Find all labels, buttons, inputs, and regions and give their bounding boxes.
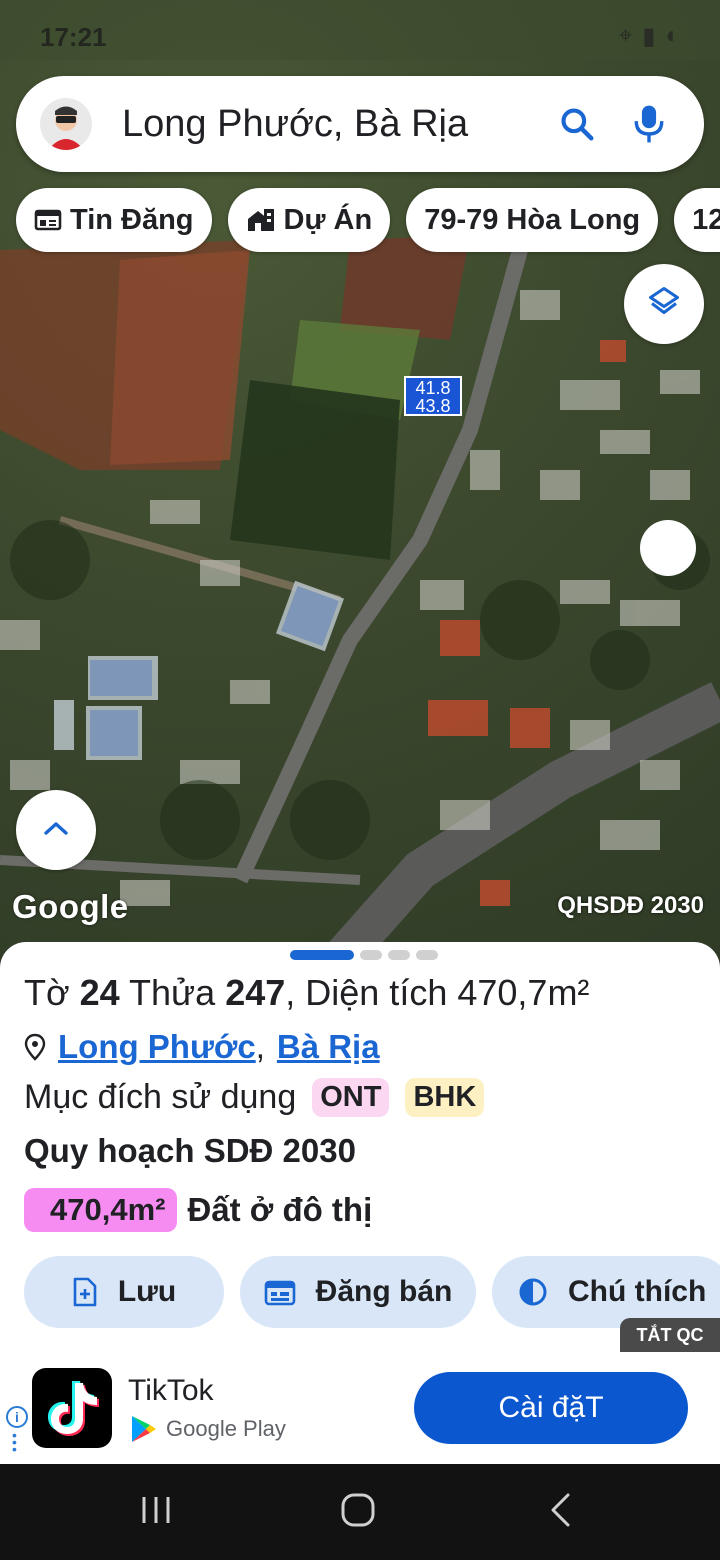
tiktok-logo [32,1368,112,1448]
parcel-dimension-bottom: 43.8 [415,396,451,416]
recent-apps-icon [139,1494,173,1531]
post-label: Đăng bán [315,1275,453,1308]
pager-dot [360,950,382,960]
chip-label: Dự Án [283,203,373,236]
pager-dot [416,950,438,960]
chip-label: Tin Đăng [70,203,194,236]
chip-tin-dang[interactable]: Tin Đăng [16,188,212,252]
ad-app-name: TikTok [128,1374,214,1407]
layers-icon [646,284,682,325]
ad-banner[interactable]: i • • • TikTok Google Play Cài đặT [0,1352,720,1464]
plan-area-row: 470,4m² Đất ở đô thị [24,1188,372,1232]
sheet-pager[interactable] [290,950,438,960]
recent-apps-button[interactable] [126,1492,186,1532]
chip-hoa-long[interactable]: 79-79 Hòa Long [406,188,659,252]
location-icon: ⌖ [618,22,633,49]
save-button[interactable]: Lưu [24,1256,224,1328]
chip-label: 12- [692,203,720,236]
layers-button[interactable] [624,264,704,344]
plan-area-description: Đất ở đô thị [187,1191,373,1228]
save-label: Lưu [117,1275,177,1308]
post-for-sale-button[interactable]: Đăng bán [240,1256,476,1328]
ad-menu-icon[interactable]: • • • [12,1428,17,1456]
sheet-number: 24 [79,972,120,1013]
install-button[interactable]: Cài đặT [414,1372,688,1444]
lot-label: Thửa [129,972,216,1013]
parcel-info-sheet[interactable]: Tờ 24 Thửa 247, Diện tích 470,7m² Long P… [0,942,720,1352]
sheet-label: Tờ [24,972,70,1013]
mic-icon[interactable] [624,99,674,149]
location-pin-icon [24,1033,46,1061]
parcel-dimension-top: 41.8 [415,378,451,398]
search-icon[interactable] [552,99,602,149]
chevron-up-icon [43,820,69,841]
avatar[interactable] [40,98,92,150]
plan-title: Quy hoạch SDĐ 2030 [24,1132,356,1169]
parcel-location: Long Phước, Bà Rịa [24,1028,380,1066]
status-time: 17:21 [40,22,107,52]
filter-chips: Tin Đăng Dự Án 79-79 Hòa Long 12- [16,188,720,252]
calendar-icon [264,1278,296,1306]
area-label: , Diện tích [285,972,448,1013]
home-icon [340,1492,376,1533]
location-link-ward[interactable]: Long Phước [58,1028,256,1066]
chip-more[interactable]: 12- [674,188,720,252]
plan-area-badge: 470,4m² [24,1188,178,1232]
location-separator: , [255,1028,265,1065]
ad-info-icon[interactable]: i [6,1406,28,1428]
google-logo: Google [12,888,129,925]
ad-store: Google Play [130,1414,286,1444]
search-bar[interactable]: Long Phước, Bà Rịa [16,76,704,172]
legend-label: Chú thích [568,1275,707,1308]
building-icon [246,207,276,233]
lot-number: 247 [225,972,286,1013]
location-link-city[interactable]: Bà Rịa [277,1028,380,1066]
back-button[interactable] [530,1492,590,1532]
parcel-title: Tờ 24 Thửa 247, Diện tích 470,7m² [24,972,589,1014]
back-icon [548,1492,572,1533]
action-buttons: Lưu Đăng bán Chú thích [24,1256,720,1328]
add-file-icon [72,1277,98,1307]
chip-du-an[interactable]: Dự Án [227,188,391,252]
newspaper-icon [34,208,62,232]
pager-dot-active [290,950,354,960]
ad-store-label: Google Play [166,1416,286,1441]
chip-label: 79-79 Hòa Long [424,203,641,236]
parcel-dimension-label[interactable]: 41.8 43.8 [404,376,462,416]
purpose-tag-bhk: BHK [405,1078,485,1117]
purpose-tag-ont: ONT [312,1078,390,1117]
expand-up-button[interactable] [16,790,96,870]
satellite-map[interactable]: 17:21 ⌖ ▮ ◐ Long Phước, Bà Rịa Tin Đăng … [0,0,720,960]
google-play-icon [130,1414,158,1444]
purpose-label: Mục đích sử dụng [24,1078,297,1116]
contrast-icon [518,1277,548,1307]
pager-dot [388,950,410,960]
map-layer-label: QHSDĐ 2030 [557,892,704,919]
system-nav-bar [0,1464,720,1560]
signal-icon: ▮ [642,23,656,50]
area-value: 470,7m² [457,972,590,1013]
side-handle[interactable] [640,520,696,576]
land-use-purpose: Mục đích sử dụng ONT BHK [24,1078,485,1117]
search-input[interactable]: Long Phước, Bà Rịa [122,103,552,146]
status-bar: 17:21 ⌖ ▮ ◐ [0,0,720,70]
home-button[interactable] [328,1492,388,1532]
battery-icon: ◐ [665,22,681,49]
close-ad-button[interactable]: TẮT QC [620,1318,720,1352]
status-icons: ⌖ ▮ ◐ [619,22,680,51]
